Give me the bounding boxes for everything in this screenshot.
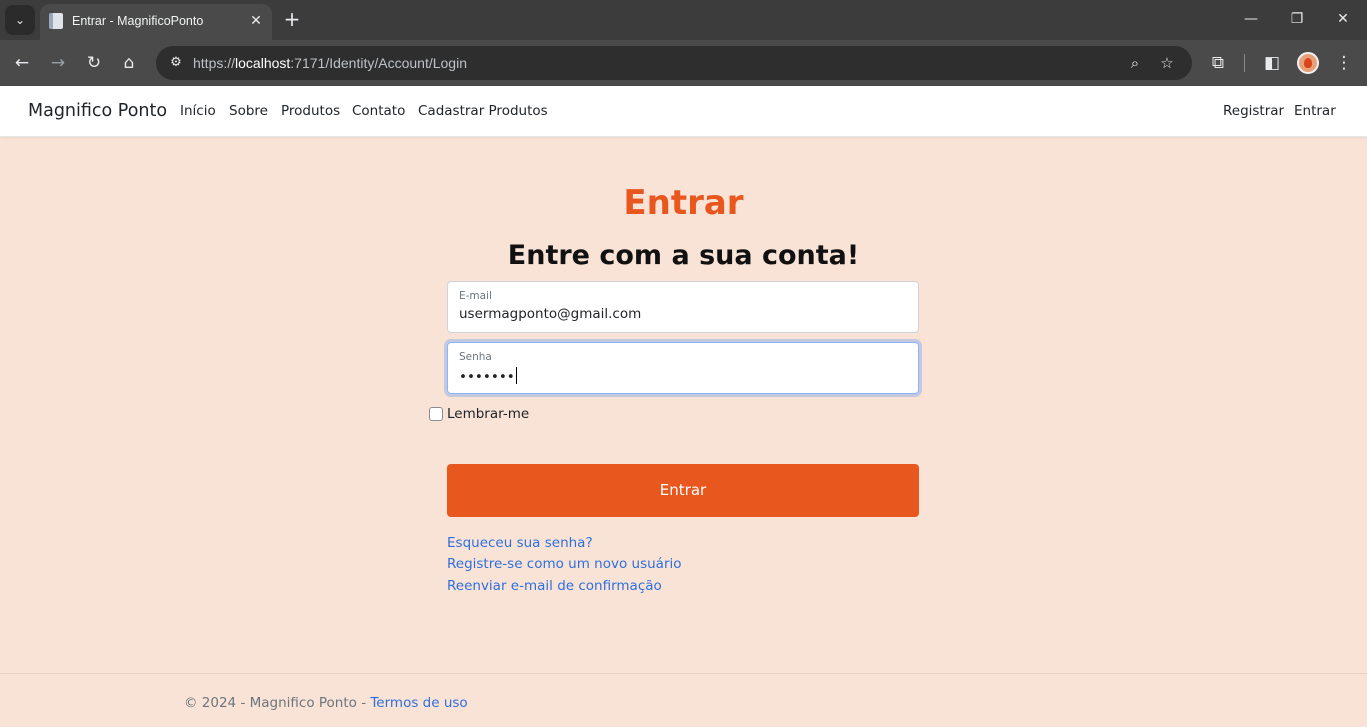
password-input[interactable]: ••••••• [459,367,899,385]
page-title: Entrar [623,183,744,223]
bookmark-star-icon[interactable]: ☆ [1155,51,1179,75]
home-icon[interactable]: ⌂ [117,51,141,75]
browser-tab-strip: ⌄ Entrar - MagnificoPonto ✕ + — ❐ ✕ [0,0,1367,40]
tab-search-icon[interactable]: ⌄ [5,5,35,35]
tab-title: Entrar - MagnificoPonto [72,14,204,28]
site-info-icon[interactable]: ⚙ [164,51,188,75]
address-bar[interactable]: ⚙ https://localhost:7171/Identity/Accoun… [156,46,1192,80]
site-footer: © 2024 - Magnifico Ponto - Termos de uso [0,673,1367,727]
toolbar-divider [1244,54,1245,72]
remember-me-label[interactable]: Lembrar-me [447,406,529,422]
reload-icon[interactable]: ↻ [82,51,106,75]
browser-toolbar: ← → ↻ ⌂ ⚙ https://localhost:7171/Identit… [0,40,1367,86]
remember-me-checkbox[interactable] [429,407,443,421]
profile-avatar[interactable] [1297,52,1319,74]
email-input[interactable]: usermagponto@gmail.com [459,306,899,322]
forgot-password-link[interactable]: Esqueceu sua senha? [447,535,593,551]
new-tab-icon[interactable]: + [280,8,304,32]
text-caret [515,367,517,384]
page-subtitle: Entre com a sua conta! [507,240,860,271]
close-tab-icon[interactable]: ✕ [246,11,266,31]
browser-tab[interactable]: Entrar - MagnificoPonto ✕ [40,4,272,40]
password-field[interactable]: Senha ••••••• [447,342,919,394]
minimize-icon[interactable]: — [1241,9,1261,29]
email-field[interactable]: E-mail usermagponto@gmail.com [447,281,919,333]
nav-link-cadastrar-produtos[interactable]: Cadastrar Produtos [418,103,548,119]
close-window-icon[interactable]: ✕ [1333,9,1353,29]
side-panel-icon[interactable]: ◧ [1260,51,1284,75]
zoom-icon[interactable]: ⌕ [1123,51,1147,75]
terms-link[interactable]: Termos de uso [370,695,467,711]
register-link[interactable]: Registre-se como um novo usuário [447,556,682,572]
page-favicon-icon [49,13,63,29]
restore-icon[interactable]: ❐ [1287,9,1307,29]
nav-link-registrar[interactable]: Registrar [1223,103,1284,119]
login-submit-button[interactable]: Entrar [447,464,919,517]
nav-link-entrar[interactable]: Entrar [1294,103,1336,119]
nav-link-contato[interactable]: Contato [352,103,405,119]
forward-icon[interactable]: → [46,51,70,75]
footer-copyright: © 2024 - Magnifico Ponto - Termos de uso [184,695,468,711]
url-text[interactable]: https://localhost:7171/Identity/Account/… [193,55,467,71]
password-label: Senha [459,351,492,363]
extensions-icon[interactable]: ⧉ [1206,51,1230,75]
email-label: E-mail [459,290,492,302]
site-navbar: Magnifico Ponto Início Sobre Produtos Co… [0,86,1367,137]
nav-link-inicio[interactable]: Início [180,103,216,119]
nav-link-produtos[interactable]: Produtos [281,103,340,119]
menu-kebab-icon[interactable]: ⋮ [1332,51,1356,75]
back-icon[interactable]: ← [10,51,34,75]
resend-confirmation-link[interactable]: Reenviar e-mail de confirmação [447,578,662,594]
brand-link[interactable]: Magnifico Ponto [28,101,167,121]
nav-link-sobre[interactable]: Sobre [229,103,268,119]
